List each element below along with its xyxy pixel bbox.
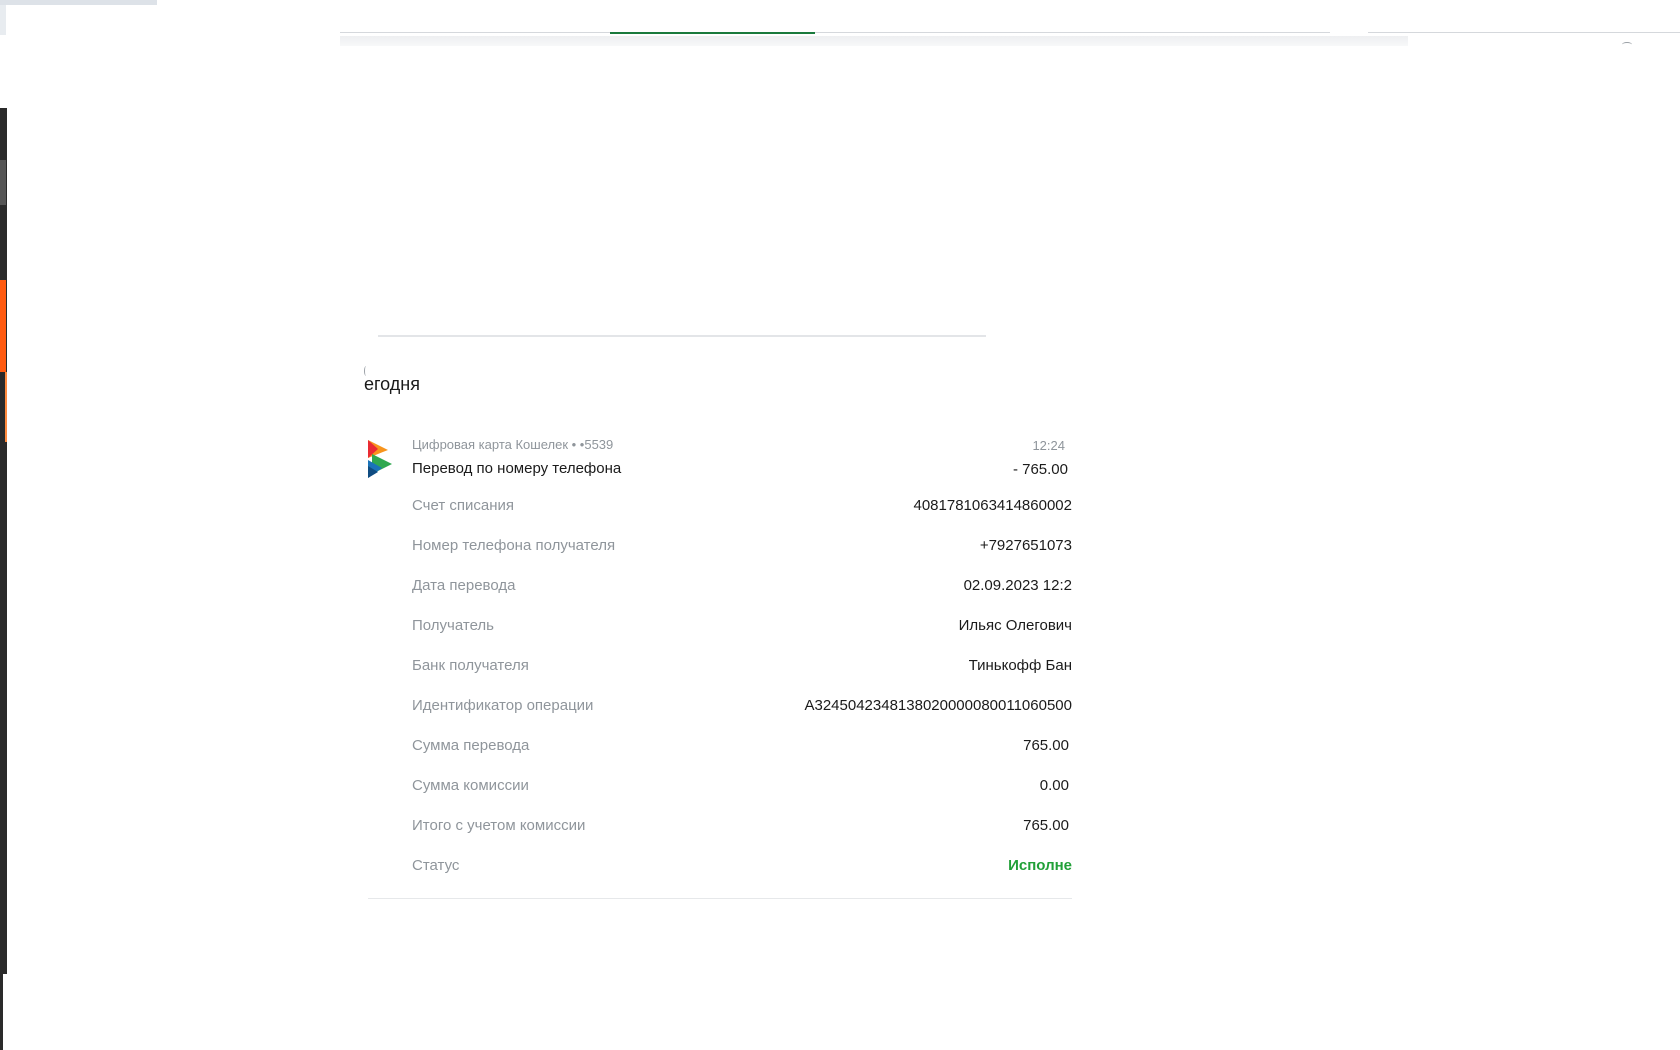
detail-value: Ильяс Олегович xyxy=(958,617,1072,634)
detail-label: Статус xyxy=(412,857,460,874)
detail-row-transfer-amount: Сумма перевода 765.00 xyxy=(366,737,1072,777)
partial-icon xyxy=(1622,42,1632,47)
detail-value: A3245042348138020000080011060500 xyxy=(804,697,1072,714)
date-group-label: егодня xyxy=(364,374,420,394)
detail-row-transfer-date: Дата перевода 02.09.2023 12:2 xyxy=(366,577,1072,617)
detail-value: Тинькофф Бан xyxy=(968,657,1072,674)
detail-value: 4081781063414860002 xyxy=(913,497,1072,514)
detail-label: Сумма перевода xyxy=(412,737,530,754)
detail-row-recipient-phone: Номер телефона получателя +7927651073 xyxy=(366,537,1072,577)
detail-row-total: Итого с учетом комиссии 765.00 xyxy=(366,817,1072,857)
detail-label: Номер телефона получателя xyxy=(412,537,616,554)
page: егодня Цифровая карта Кошелек • •5539 Пе… xyxy=(0,0,1680,1050)
top-left-panel-edge xyxy=(0,5,6,35)
section-divider xyxy=(378,335,986,337)
details-bottom-divider xyxy=(368,898,1072,899)
sidebar-item[interactable] xyxy=(0,160,6,205)
detail-row-debit-account: Счет списания 4081781063414860002 xyxy=(366,497,1072,537)
sidebar-active-item[interactable] xyxy=(0,280,6,372)
detail-row-recipient: Получатель Ильяс Олегович xyxy=(366,617,1072,657)
header-right-line xyxy=(1368,32,1680,33)
detail-label: Банк получателя xyxy=(412,657,529,674)
header-shadow xyxy=(340,36,1408,46)
active-tab-indicator[interactable] xyxy=(610,32,815,34)
detail-value: 02.09.2023 12:2 xyxy=(963,577,1072,594)
status-badge: Исполне xyxy=(1008,857,1072,874)
left-sidebar-bottom xyxy=(0,974,3,1050)
detail-label: Итого с учетом комиссии xyxy=(412,817,586,834)
transaction-title: Перевод по номеру телефона xyxy=(412,460,622,477)
detail-label: Получатель xyxy=(412,617,494,634)
detail-value: 0.00 xyxy=(1039,777,1069,794)
transaction-account: Цифровая карта Кошелек • •5539 xyxy=(412,437,614,452)
transaction-amount: - 765.00 xyxy=(1012,461,1068,478)
sidebar-accent-edge xyxy=(5,372,7,442)
transaction-time: 12:24 xyxy=(1032,438,1065,453)
detail-row-commission: Сумма комиссии 0.00 xyxy=(366,777,1072,817)
detail-value: +7927651073 xyxy=(979,537,1072,554)
detail-label: Идентификатор операции xyxy=(412,697,594,714)
provider-logo-icon xyxy=(368,440,392,478)
detail-row-status: Статус Исполне xyxy=(366,857,1072,897)
detail-label: Сумма комиссии xyxy=(412,777,529,794)
transaction-details: Счет списания 4081781063414860002 Номер … xyxy=(366,497,1072,897)
detail-value: 765.00 xyxy=(1023,817,1069,834)
detail-label: Дата перевода xyxy=(412,577,516,594)
top-left-panel xyxy=(0,0,157,5)
detail-label: Счет списания xyxy=(412,497,514,514)
tabs-underline xyxy=(340,32,1330,33)
detail-row-operation-id: Идентификатор операции A3245042348138020… xyxy=(366,697,1072,737)
detail-row-recipient-bank: Банк получателя Тинькофф Бан xyxy=(366,657,1072,697)
left-sidebar xyxy=(0,108,7,974)
detail-value: 765.00 xyxy=(1023,737,1069,754)
